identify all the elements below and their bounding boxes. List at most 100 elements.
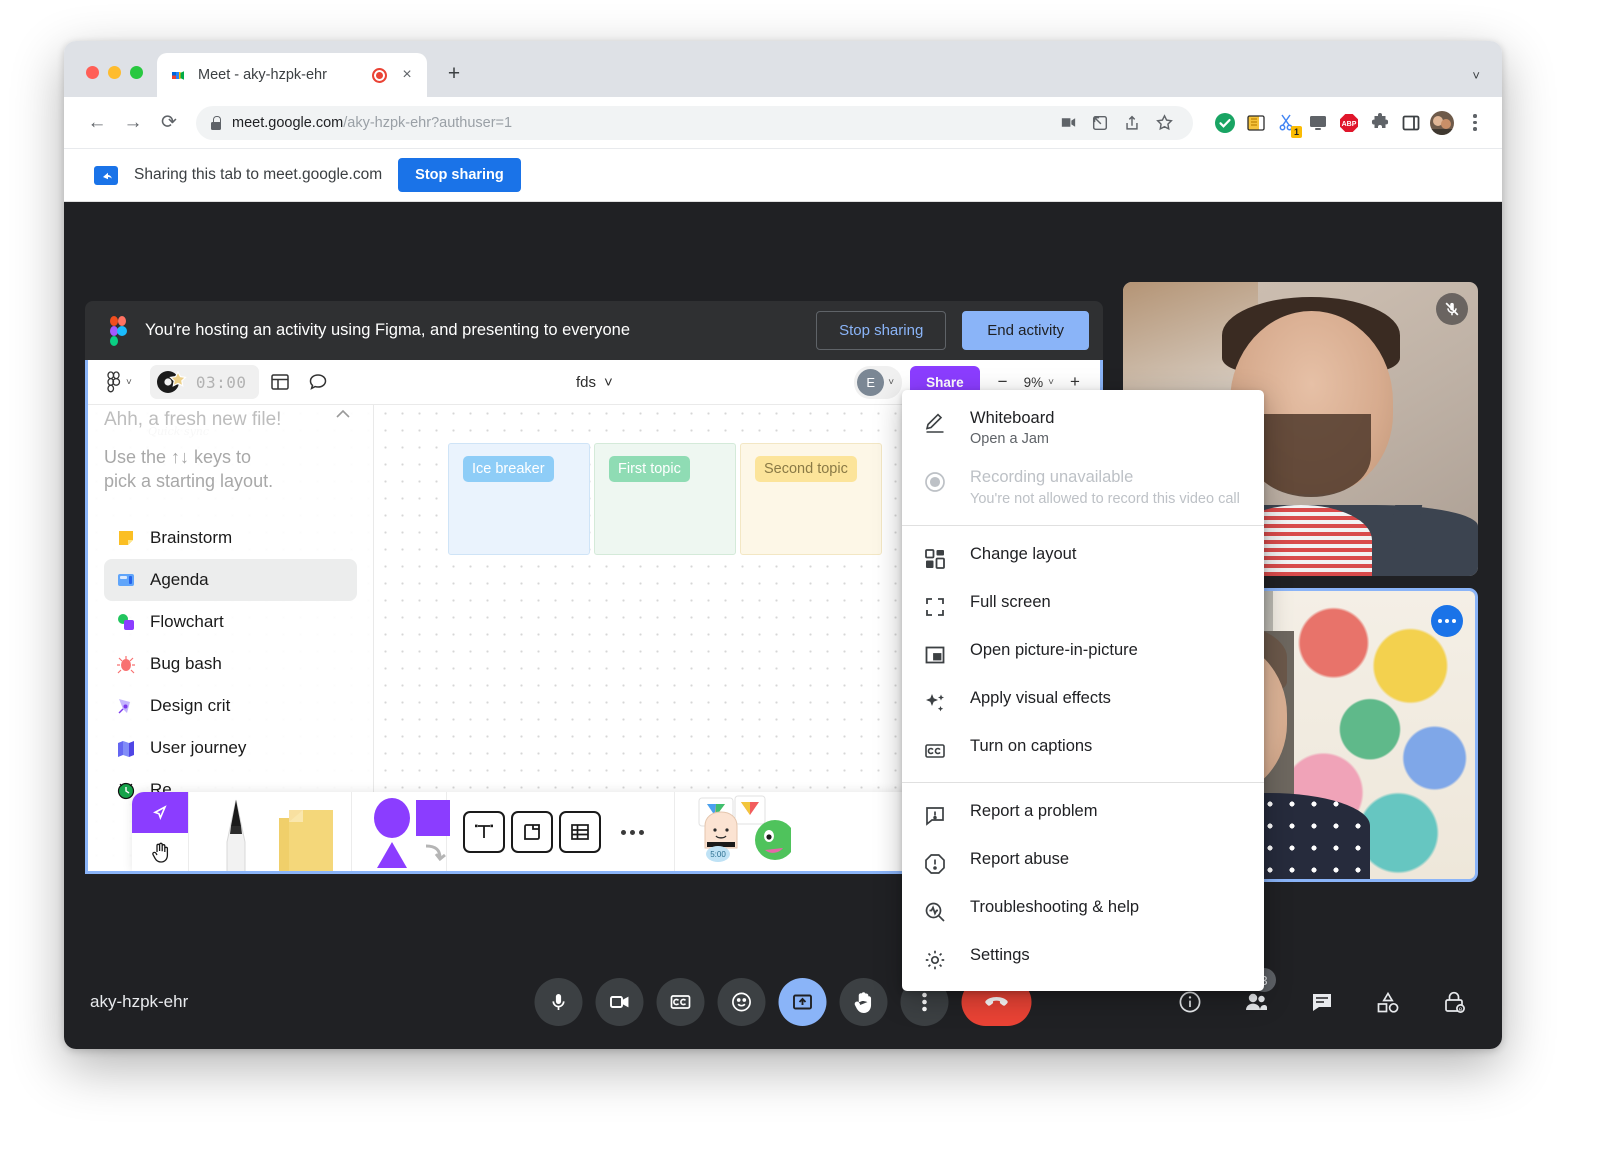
- table-icon[interactable]: [559, 811, 601, 853]
- agenda-column[interactable]: Ice breaker: [448, 443, 590, 555]
- browser-window: Meet - aky-hzpk-ehr × + ˅ ← → ⟳ meet.goo…: [64, 41, 1502, 1049]
- checkmark-green-extension[interactable]: [1213, 111, 1237, 135]
- closed-captions-icon: [922, 738, 948, 764]
- menu-item-body: Turn on captions: [970, 736, 1092, 757]
- template-item-user-journey[interactable]: User journey: [104, 727, 357, 769]
- scissors-extension[interactable]: 1: [1275, 111, 1299, 135]
- layout-grid-icon: [269, 371, 291, 393]
- camera-button[interactable]: [596, 978, 644, 1026]
- chevron-up-icon[interactable]: [335, 409, 357, 419]
- new-tab-button[interactable]: +: [439, 59, 469, 89]
- stop-sharing-button[interactable]: Stop sharing: [398, 158, 521, 192]
- video-call-icon[interactable]: [1053, 108, 1083, 138]
- minimize-window-button[interactable]: [108, 66, 121, 79]
- meet-more-options-menu[interactable]: WhiteboardOpen a JamRecording unavailabl…: [902, 390, 1264, 991]
- stickers-icon[interactable]: 5:00: [691, 792, 753, 871]
- notebook-extension[interactable]: [1244, 111, 1268, 135]
- menu-item-label: Apply visual effects: [970, 688, 1111, 709]
- template-item-label: Brainstorm: [150, 528, 232, 548]
- template-item-flowchart[interactable]: Flowchart: [104, 601, 357, 643]
- figma-layout-button[interactable]: [263, 371, 297, 393]
- raise-hand-button[interactable]: [840, 978, 888, 1026]
- present-now-button[interactable]: [779, 978, 827, 1026]
- template-item-label: Bug bash: [150, 654, 222, 674]
- menu-item-report-a-problem[interactable]: Report a problem: [902, 791, 1264, 839]
- share-icon[interactable]: [1117, 108, 1147, 138]
- figma-stop-sharing-button[interactable]: Stop sharing: [816, 311, 946, 350]
- chevron-down-icon[interactable]: ˅: [1472, 68, 1480, 83]
- figma-timer-widget[interactable]: 03:00: [150, 365, 259, 399]
- bookmark-star-icon[interactable]: [1149, 108, 1179, 138]
- svg-text:ABP: ABP: [1342, 121, 1357, 128]
- agenda-column-chip[interactable]: First topic: [609, 456, 690, 482]
- browser-tab[interactable]: Meet - aky-hzpk-ehr ×: [157, 53, 427, 97]
- cursor-arrow-icon[interactable]: [132, 792, 188, 833]
- agenda-column[interactable]: First topic: [594, 443, 736, 555]
- reactions-button[interactable]: [718, 978, 766, 1026]
- layout-icon: [922, 546, 948, 572]
- menu-item-body: Apply visual effects: [970, 688, 1111, 709]
- template-item-brainstorm[interactable]: Brainstorm: [104, 517, 357, 559]
- menu-item-whiteboard[interactable]: WhiteboardOpen a Jam: [902, 398, 1264, 457]
- puzzle-extensions-icon[interactable]: [1368, 111, 1392, 135]
- figma-file-title[interactable]: fds ˅: [339, 374, 851, 391]
- avatar: E: [857, 369, 884, 396]
- screen-cast-extension[interactable]: [1306, 111, 1330, 135]
- text-tool-icon[interactable]: [463, 811, 505, 853]
- menu-item-change-layout[interactable]: Change layout: [902, 534, 1264, 582]
- marker-pen-icon[interactable]: [205, 792, 267, 871]
- agenda-column[interactable]: Second topic: [740, 443, 882, 555]
- section-icon[interactable]: [511, 811, 553, 853]
- figma-collaborators[interactable]: E ˅: [854, 366, 902, 399]
- template-item-label: Flowchart: [150, 612, 224, 632]
- sticky-notes-icon[interactable]: [273, 792, 335, 871]
- host-controls-button[interactable]: e: [1432, 980, 1476, 1024]
- menu-item-report-abuse[interactable]: Report abuse: [902, 839, 1264, 887]
- figma-comment-button[interactable]: [301, 371, 335, 393]
- chevron-down-icon: ˅: [604, 374, 613, 391]
- kebab-menu-icon[interactable]: [1462, 108, 1488, 138]
- whiteboard-pen-icon: [922, 410, 948, 436]
- captions-button[interactable]: [657, 978, 705, 1026]
- open-external-icon[interactable]: [1085, 108, 1115, 138]
- forward-button[interactable]: →: [116, 106, 150, 140]
- flowchart-icon: [116, 612, 136, 632]
- agenda-column-chip[interactable]: Ice breaker: [463, 456, 554, 482]
- sharing-message: Sharing this tab to meet.google.com: [134, 166, 382, 184]
- shapes-icon[interactable]: [368, 792, 430, 871]
- close-window-button[interactable]: [86, 66, 99, 79]
- template-item-agenda[interactable]: Agenda: [104, 559, 357, 601]
- menu-item-full-screen[interactable]: Full screen: [902, 582, 1264, 630]
- activities-button[interactable]: [1366, 980, 1410, 1024]
- picture-in-picture-icon: [922, 642, 948, 668]
- close-tab-button[interactable]: ×: [397, 65, 417, 85]
- report-problem-icon: [922, 803, 948, 829]
- menu-item-turn-on-captions[interactable]: Turn on captions: [902, 726, 1264, 774]
- microphone-button[interactable]: [535, 978, 583, 1026]
- menu-separator: [902, 525, 1264, 526]
- menu-item-settings[interactable]: Settings: [902, 935, 1264, 983]
- more-tools-icon[interactable]: [607, 830, 658, 835]
- zoom-level[interactable]: 9% ˅: [1020, 375, 1058, 390]
- google-meet-app: You're hosting an activity using Figma, …: [64, 202, 1502, 1049]
- menu-item-troubleshooting-help[interactable]: Troubleshooting & help: [902, 887, 1264, 935]
- address-bar[interactable]: meet.google.com/aky-hzpk-ehr?authuser=1: [196, 106, 1193, 140]
- agenda-column-chip[interactable]: Second topic: [755, 456, 857, 482]
- profile-avatar[interactable]: [1430, 111, 1454, 135]
- template-item-bug-bash[interactable]: Bug bash: [104, 643, 357, 685]
- omnibox-actions: [1053, 108, 1179, 138]
- template-list: Brainstorm Agenda Flowchart Bug bash Design …: [104, 517, 357, 811]
- side-panel-icon[interactable]: [1399, 111, 1423, 135]
- more-options-icon[interactable]: [1431, 605, 1463, 637]
- chat-button[interactable]: [1300, 980, 1344, 1024]
- figma-main-menu-button[interactable]: ˅: [100, 371, 138, 393]
- hand-pan-icon[interactable]: [132, 833, 188, 871]
- reload-button[interactable]: ⟳: [152, 106, 186, 140]
- maximize-window-button[interactable]: [130, 66, 143, 79]
- end-activity-button[interactable]: End activity: [962, 311, 1089, 350]
- adblock-plus-extension[interactable]: ABP: [1337, 111, 1361, 135]
- menu-item-open-picture-in-picture[interactable]: Open picture-in-picture: [902, 630, 1264, 678]
- menu-item-apply-visual-effects[interactable]: Apply visual effects: [902, 678, 1264, 726]
- back-button[interactable]: ←: [80, 106, 114, 140]
- template-item-design-crit[interactable]: Design crit: [104, 685, 357, 727]
